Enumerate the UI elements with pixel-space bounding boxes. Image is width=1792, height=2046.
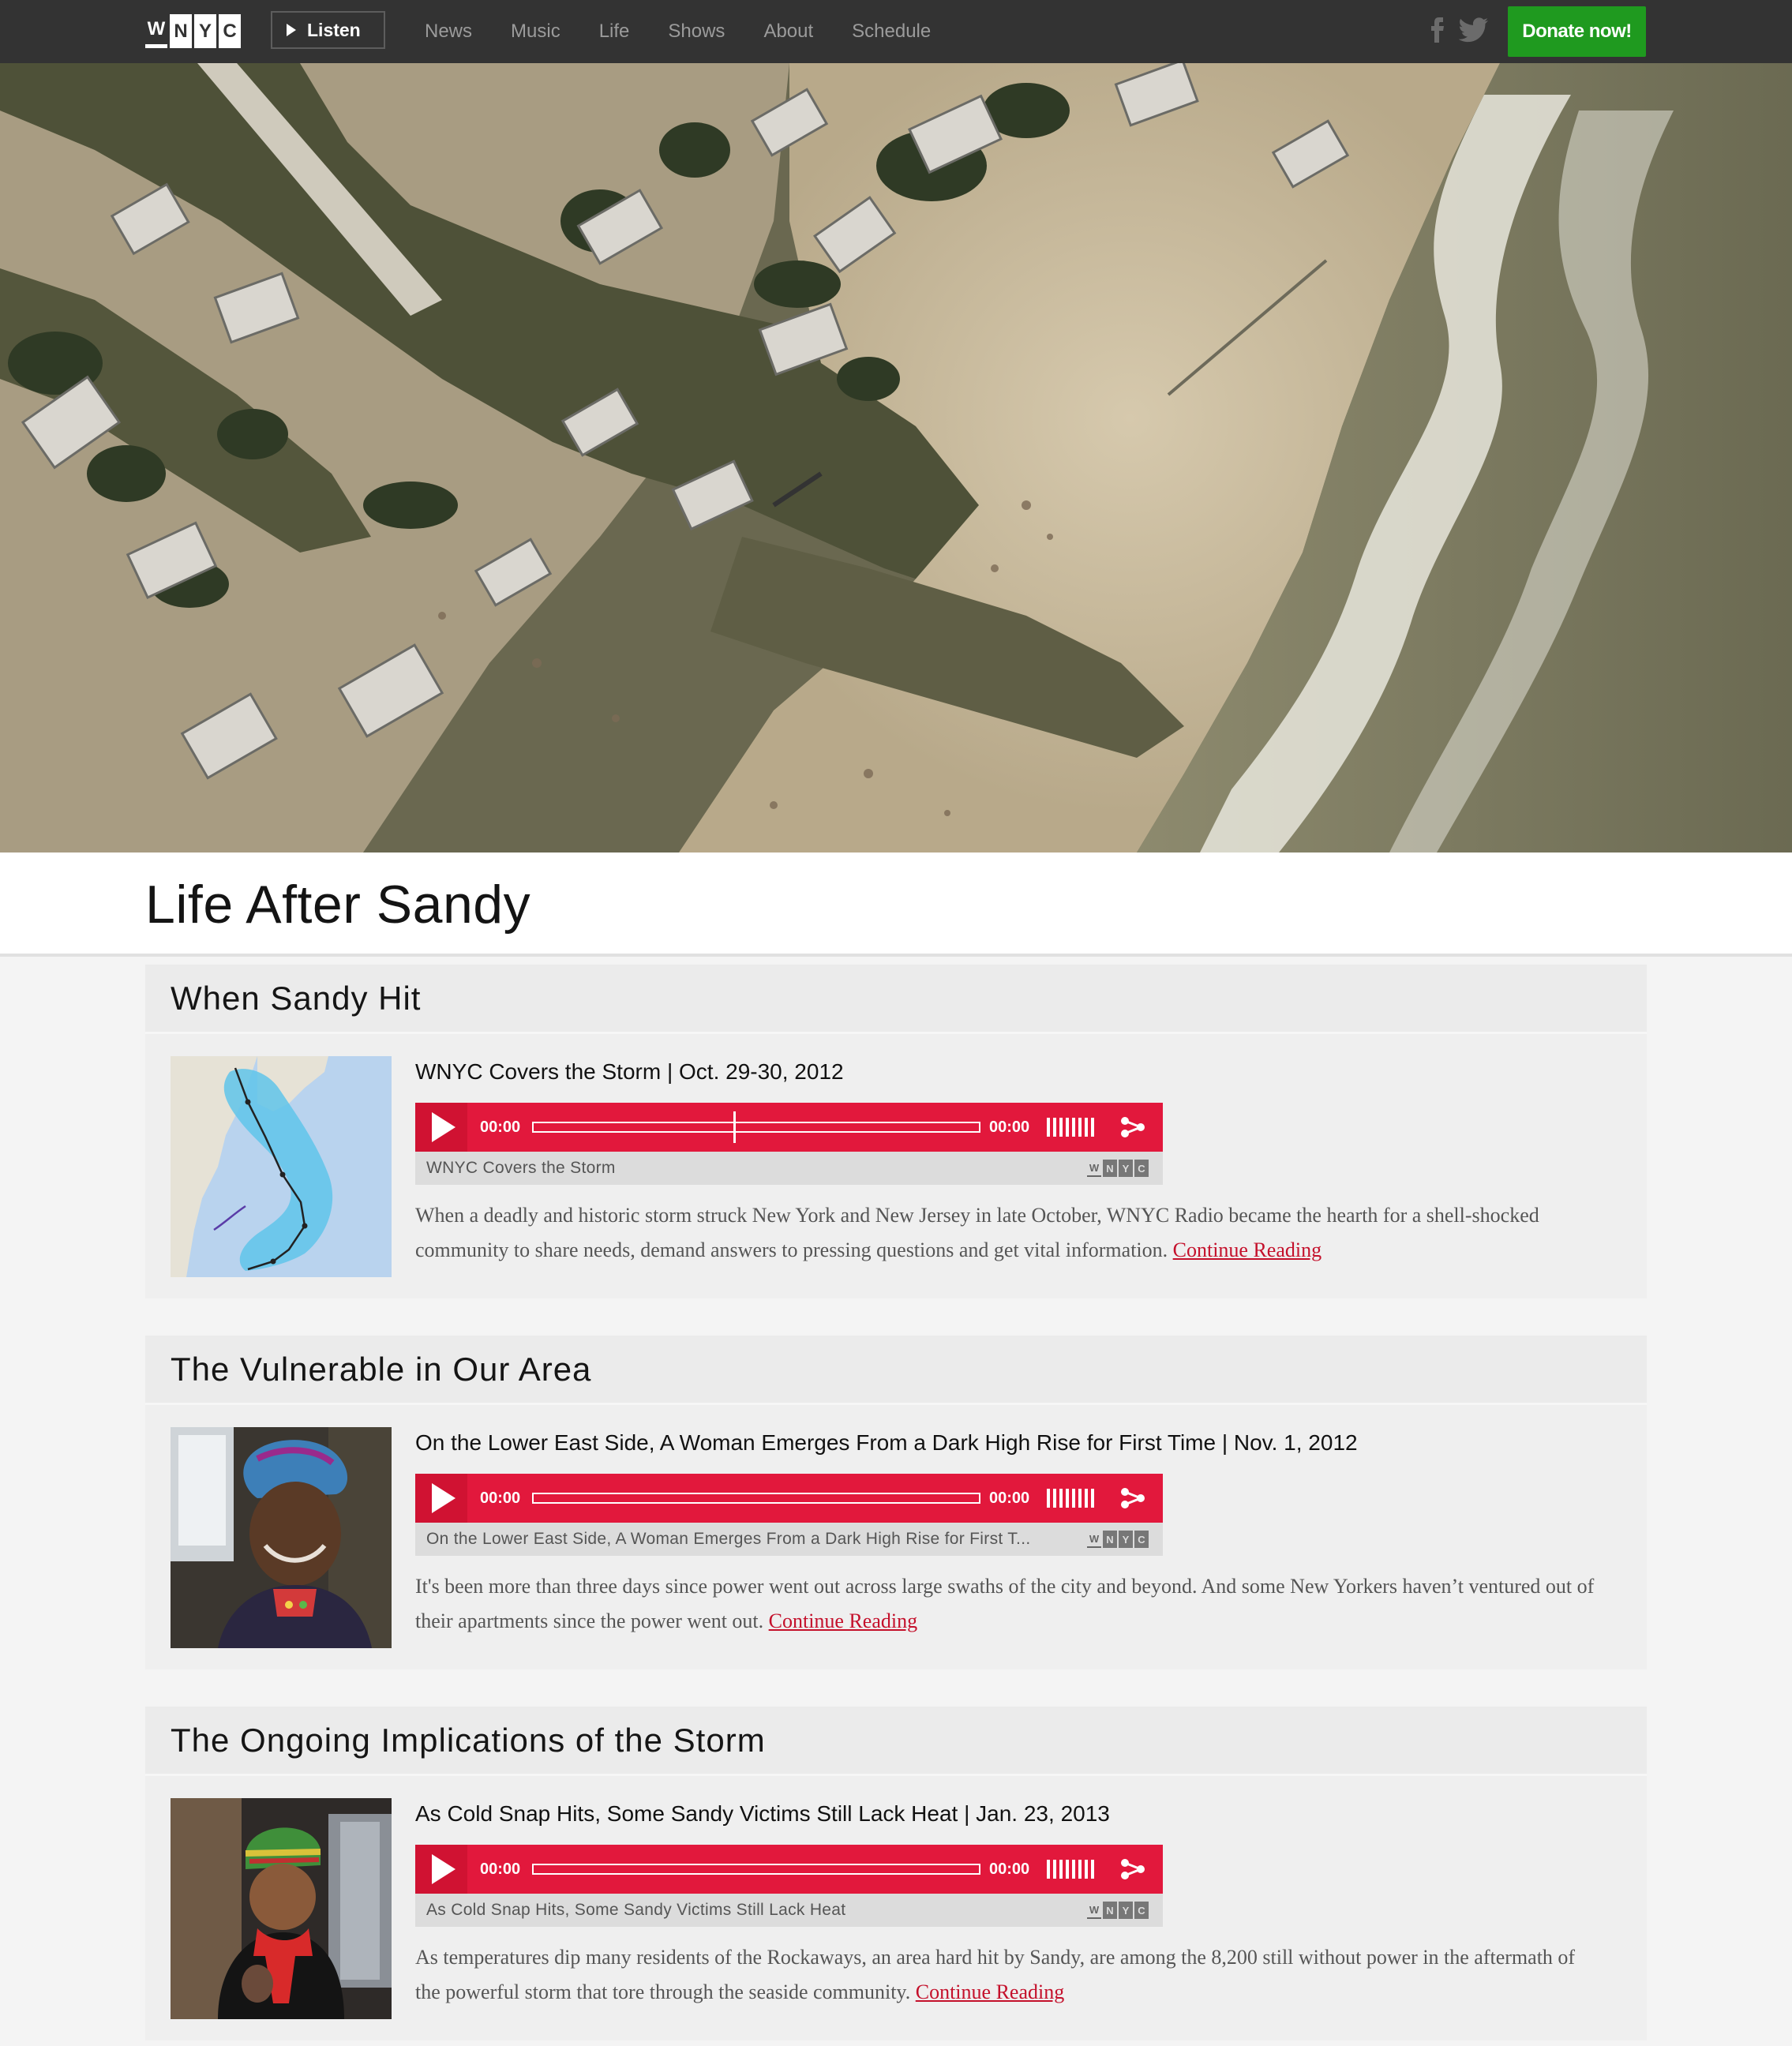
progress-handle[interactable] [733,1111,736,1143]
wnyc-mini-logo: WNYC [1087,1902,1149,1919]
duration-time: 00:00 [989,1119,1030,1136]
player-subbar: As Cold Snap Hits, Some Sandy Victims St… [415,1894,1163,1927]
story-thumbnail-child-in-cold[interactable] [171,1798,392,2019]
story-card: As Cold Snap Hits, Some Sandy Victims St… [145,1776,1647,2040]
donate-button[interactable]: Donate now! [1508,6,1646,57]
logo-letter: C [219,14,241,48]
audio-player: 00:00 00:00 As Cold Snap Hits, Some Sand… [415,1845,1163,1927]
audio-title: On the Lower East Side, A Woman Emerges … [426,1530,1031,1548]
story-summary: As temperatures dip many residents of th… [415,1940,1599,2010]
elapsed-time: 00:00 [480,1490,521,1507]
story-title[interactable]: On the Lower East Side, A Woman Emerges … [415,1430,1358,1456]
story-card: On the Lower East Side, A Woman Emerges … [145,1405,1647,1669]
section-header: The Ongoing Implications of the Storm [145,1707,1647,1776]
audio-title: As Cold Snap Hits, Some Sandy Victims St… [426,1901,846,1919]
play-icon [432,1854,455,1884]
section-heading: The Ongoing Implications of the Storm [171,1721,766,1759]
continue-reading-link[interactable]: Continue Reading [769,1609,917,1632]
story-summary: It's been more than three days since pow… [415,1569,1599,1639]
duration-time: 00:00 [989,1490,1030,1507]
section-heading: When Sandy Hit [171,979,422,1017]
share-icon[interactable] [1119,1114,1146,1141]
volume-bars-icon[interactable] [1047,1118,1094,1137]
progress-track[interactable] [532,1493,980,1504]
audio-player: 00:00 00:00 WNYC Covers the Storm WNYC [415,1103,1163,1185]
section-header: The Vulnerable in Our Area [145,1336,1647,1405]
listen-label: Listen [307,19,361,40]
share-icon[interactable] [1119,1856,1146,1883]
wnyc-logo[interactable]: W N Y C [145,14,241,48]
nav-item-about[interactable]: About [763,21,813,43]
player-subbar: On the Lower East Side, A Woman Emerges … [415,1523,1163,1556]
play-button[interactable] [415,1103,467,1152]
section-when-sandy-hit: When Sandy Hit WNYC Covers the Storm | O… [145,965,1647,1298]
hero-image [0,63,1792,852]
play-icon [432,1112,455,1142]
share-icon[interactable] [1119,1485,1146,1512]
progress-track[interactable] [532,1864,980,1875]
social-links [1430,17,1489,43]
audio-player: 00:00 00:00 On the Lower East Side, A Wo… [415,1474,1163,1556]
play-icon [287,24,296,36]
elapsed-time: 00:00 [480,1119,521,1136]
nav-item-news[interactable]: News [425,21,472,43]
story-summary-text: It's been more than three days since pow… [415,1575,1595,1632]
audio-title: WNYC Covers the Storm [426,1159,616,1177]
play-button[interactable] [415,1845,467,1894]
section-vulnerable: The Vulnerable in Our Area On the Lower … [145,1336,1647,1669]
play-icon [432,1483,455,1513]
story-card: WNYC Covers the Storm | Oct. 29-30, 2012… [145,1034,1647,1298]
play-button[interactable] [415,1474,467,1523]
wnyc-mini-logo: WNYC [1087,1160,1149,1177]
logo-letter: Y [194,14,216,48]
logo-letter: W [145,14,167,48]
volume-bars-icon[interactable] [1047,1489,1094,1508]
listen-button[interactable]: Listen [271,11,385,49]
wnyc-mini-logo: WNYC [1087,1531,1149,1548]
facebook-icon[interactable] [1430,17,1445,43]
page-title: Life After Sandy [145,875,531,935]
story-summary-text: When a deadly and historic storm struck … [415,1204,1539,1261]
section-ongoing-implications: The Ongoing Implications of the Storm As… [145,1707,1647,2040]
volume-bars-icon[interactable] [1047,1860,1094,1879]
duration-time: 00:00 [989,1861,1030,1878]
story-thumbnail-storm-map[interactable] [171,1056,392,1277]
elapsed-time: 00:00 [480,1861,521,1878]
player-subbar: WNYC Covers the Storm WNYC [415,1152,1163,1185]
storm-track-map [171,1056,392,1277]
story-title[interactable]: As Cold Snap Hits, Some Sandy Victims St… [415,1801,1110,1827]
twitter-icon[interactable] [1459,17,1489,43]
nav-item-shows[interactable]: Shows [668,21,725,43]
logo-letter: N [170,14,192,48]
title-band: Life After Sandy [0,852,1792,957]
aerial-storm-photo [0,63,1792,852]
nav-item-life[interactable]: Life [599,21,630,43]
story-summary: When a deadly and historic storm struck … [415,1198,1599,1268]
continue-reading-link[interactable]: Continue Reading [916,1980,1064,2003]
child-photo [171,1798,392,2019]
portrait-photo [171,1427,392,1648]
progress-track[interactable] [532,1122,980,1133]
continue-reading-link[interactable]: Continue Reading [1173,1238,1322,1261]
story-title[interactable]: WNYC Covers the Storm | Oct. 29-30, 2012 [415,1059,844,1085]
section-header: When Sandy Hit [145,965,1647,1034]
nav-item-schedule[interactable]: Schedule [852,21,931,43]
section-heading: The Vulnerable in Our Area [171,1350,592,1388]
top-nav-bar: W N Y C Listen News Music Life Shows Abo… [0,0,1792,63]
nav-item-music[interactable]: Music [511,21,560,43]
main-nav: News Music Life Shows About Schedule [425,0,969,63]
story-thumbnail-woman-portrait[interactable] [171,1427,392,1648]
